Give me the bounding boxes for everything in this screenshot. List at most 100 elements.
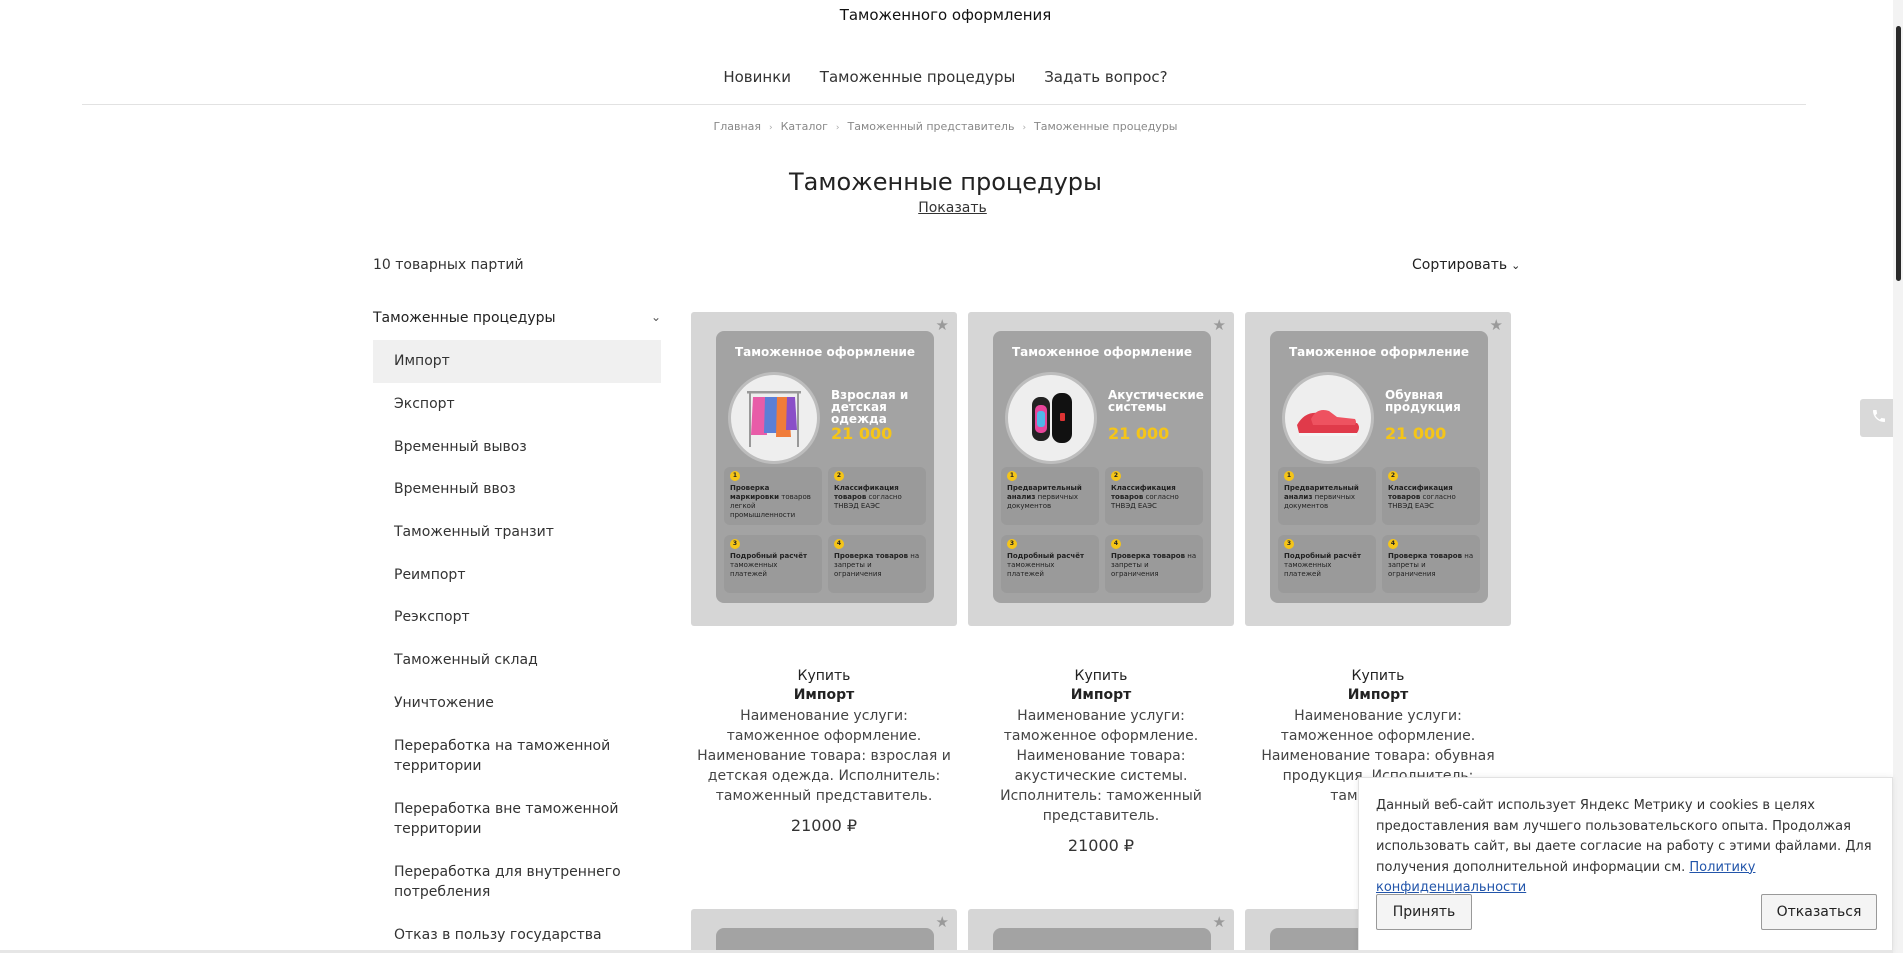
page-scrollbar[interactable] bbox=[1893, 0, 1903, 953]
sidebar-item-label: Уничтожение bbox=[394, 694, 494, 711]
site-title[interactable]: Таможенного оформления bbox=[0, 6, 1891, 24]
breadcrumb-separator-icon: › bbox=[1022, 123, 1027, 133]
step-title: Подробный расчёт bbox=[1284, 552, 1362, 560]
buy-button[interactable]: Купить bbox=[691, 668, 957, 684]
sidebar-item-label: Экспорт bbox=[394, 396, 455, 413]
sidebar-item-processing-outside[interactable]: Переработка вне таможенной территории bbox=[373, 787, 661, 850]
sidebar-item-import[interactable]: Импорт bbox=[373, 340, 661, 383]
page-title: Таможенные процедуры bbox=[789, 168, 1102, 196]
sidebar-header[interactable]: Таможенные процедуры ⌄ bbox=[373, 310, 661, 334]
step-number: 4 bbox=[834, 539, 844, 549]
sidebar-item-label: Таможенный транзит bbox=[394, 524, 554, 541]
show-description-link[interactable]: Показать bbox=[0, 200, 1903, 216]
buy-button[interactable]: Купить bbox=[968, 668, 1234, 684]
step-number: 1 bbox=[1007, 471, 1017, 481]
poster-label: Взрослая и детская одежда bbox=[831, 388, 909, 426]
poster-label: Акустические системы bbox=[1108, 388, 1204, 414]
product-image[interactable]: ★ Таможенное оформление Акустические сис… bbox=[968, 312, 1234, 626]
product-name[interactable]: Импорт bbox=[968, 687, 1234, 703]
star-icon[interactable]: ★ bbox=[1490, 316, 1503, 334]
poster-title: Таможенное оформление bbox=[1288, 345, 1470, 359]
product-description: Наименование услуги: таможенное оформлен… bbox=[697, 708, 951, 804]
sidebar-item-label: Переработка на таможенной территории bbox=[394, 737, 611, 774]
buy-button[interactable]: Купить bbox=[1245, 668, 1511, 684]
chevron-down-icon: ⌄ bbox=[1511, 259, 1521, 272]
sidebar-item-export[interactable]: Экспорт bbox=[373, 383, 661, 426]
product-count: 10 товарных партий bbox=[373, 257, 524, 273]
poster-step: 2 Классификация товаров согласно ТНВЭД ЕА… bbox=[828, 467, 926, 525]
product-poster: Таможенное оформление Обувная продукция … bbox=[1270, 331, 1488, 603]
step-number: 1 bbox=[730, 471, 740, 481]
sidebar-item-state-abandonment[interactable]: Отказ в пользу государства bbox=[373, 913, 661, 953]
poster-step: 1 Предварительный анализ первичных докуме… bbox=[1001, 467, 1099, 525]
cookie-message: Данный веб-сайт использует Яндекс Метрик… bbox=[1376, 798, 1872, 875]
breadcrumb-catalog[interactable]: Каталог bbox=[781, 120, 828, 133]
poster-step: 1 Предварительный анализ первичных докуме… bbox=[1278, 467, 1376, 525]
sidebar-item-processing-inside[interactable]: Переработка на таможенной территории bbox=[373, 724, 661, 787]
step-title: Подробный расчёт bbox=[1007, 552, 1085, 560]
product-image[interactable]: ★ Таможенное оформление Взрослая и детск… bbox=[691, 312, 957, 626]
sidebar-item-destruction[interactable]: Уничтожение bbox=[373, 682, 661, 725]
nav-item-ask-question[interactable]: Задать вопрос? bbox=[1044, 68, 1167, 86]
sidebar-header-label: Таможенные процедуры bbox=[373, 310, 556, 326]
poster-step: 2 Классификация товаров согласно ТНВЭД ЕА… bbox=[1382, 467, 1480, 525]
step-title: Проверка товаров bbox=[1388, 552, 1463, 560]
accept-cookies-button[interactable]: Принять bbox=[1376, 894, 1472, 930]
sidebar-list: Импорт Экспорт Временный вывоз Временный… bbox=[373, 340, 661, 953]
sidebar-item-customs-transit[interactable]: Таможенный транзит bbox=[373, 511, 661, 554]
sneakers-icon bbox=[1285, 375, 1371, 461]
nav-item-new[interactable]: Новинки bbox=[723, 68, 791, 86]
poster-step: 4 Проверка товаров на запреты и ограничен… bbox=[828, 535, 926, 593]
breadcrumb-home[interactable]: Главная bbox=[714, 120, 762, 133]
sidebar-item-label: Отказ в пользу государства bbox=[394, 926, 602, 943]
sidebar-item-customs-warehouse[interactable]: Таможенный склад bbox=[373, 639, 661, 682]
sidebar-item-processing-domestic[interactable]: Переработка для внутреннего потребления bbox=[373, 850, 661, 913]
poster-step: 2 Классификация товаров согласно ТНВЭД ЕА… bbox=[1105, 467, 1203, 525]
sidebar-item-temporary-export[interactable]: Временный вывоз bbox=[373, 425, 661, 468]
product-name[interactable]: Импорт bbox=[691, 687, 957, 703]
poster-step: 1 Проверка маркировки товаров легкой пром… bbox=[724, 467, 822, 525]
star-icon[interactable]: ★ bbox=[1213, 913, 1226, 931]
step-text: таможенных платежей bbox=[730, 561, 778, 578]
scrollbar-thumb[interactable] bbox=[1896, 26, 1901, 281]
product-card-partial[interactable]: ★ bbox=[691, 909, 957, 953]
step-number: 3 bbox=[1284, 539, 1294, 549]
top-nav: Новинки Таможенные процедуры Задать вопр… bbox=[0, 68, 1891, 86]
poster-price: 21 000 bbox=[1385, 424, 1447, 443]
sidebar-item-label: Переработка для внутреннего потребления bbox=[394, 863, 621, 900]
product-image[interactable]: ★ Таможенное оформление Обувная продукци… bbox=[1245, 312, 1511, 626]
step-title: Проверка маркировки bbox=[730, 484, 780, 501]
star-icon[interactable]: ★ bbox=[936, 316, 949, 334]
product-card[interactable]: ★ Таможенное оформление Обувная продукци… bbox=[1245, 312, 1511, 835]
step-number: 1 bbox=[1284, 471, 1294, 481]
product-card[interactable]: ★ Таможенное оформление Взрослая и детск… bbox=[691, 312, 957, 835]
sidebar-item-label: Таможенный склад bbox=[394, 652, 538, 669]
sidebar-item-reimport[interactable]: Реимпорт bbox=[373, 553, 661, 596]
product-card[interactable]: ★ Таможенное оформление Акустические сис… bbox=[968, 312, 1234, 855]
sort-dropdown[interactable]: Сортировать ⌄ bbox=[1412, 257, 1520, 273]
poster-step: 3 Подробный расчёт таможенных платежей bbox=[1001, 535, 1099, 593]
nav-item-customs-procedures[interactable]: Таможенные процедуры bbox=[820, 68, 1016, 86]
breadcrumb-representative[interactable]: Таможенный представитель bbox=[847, 120, 1014, 133]
sidebar-item-label: Реэкспорт bbox=[394, 609, 470, 626]
sidebar-item-reexport[interactable]: Реэкспорт bbox=[373, 596, 661, 639]
product-card-partial[interactable]: ★ bbox=[968, 909, 1234, 953]
poster-title: Таможенное оформление bbox=[734, 345, 916, 359]
poster-title: Таможенное оформление bbox=[1011, 345, 1193, 359]
header-divider bbox=[82, 104, 1806, 105]
step-number: 2 bbox=[1388, 471, 1398, 481]
star-icon[interactable]: ★ bbox=[1213, 316, 1226, 334]
sidebar-item-label: Временный вывоз bbox=[394, 438, 527, 455]
breadcrumb-separator-icon: › bbox=[835, 123, 840, 133]
decline-cookies-button[interactable]: Отказаться bbox=[1761, 894, 1877, 930]
star-icon[interactable]: ★ bbox=[936, 913, 949, 931]
step-title: Подробный расчёт bbox=[730, 552, 808, 560]
product-poster: Таможенное оформление Акустические систе… bbox=[993, 331, 1211, 603]
product-name[interactable]: Импорт bbox=[1245, 687, 1511, 703]
sort-label: Сортировать bbox=[1412, 257, 1508, 273]
step-title: Проверка товаров bbox=[834, 552, 909, 560]
breadcrumb-separator-icon: › bbox=[769, 123, 773, 133]
speaker-icon bbox=[1008, 375, 1094, 461]
step-number: 2 bbox=[1111, 471, 1121, 481]
sidebar-item-temporary-import[interactable]: Временный ввоз bbox=[373, 468, 661, 511]
